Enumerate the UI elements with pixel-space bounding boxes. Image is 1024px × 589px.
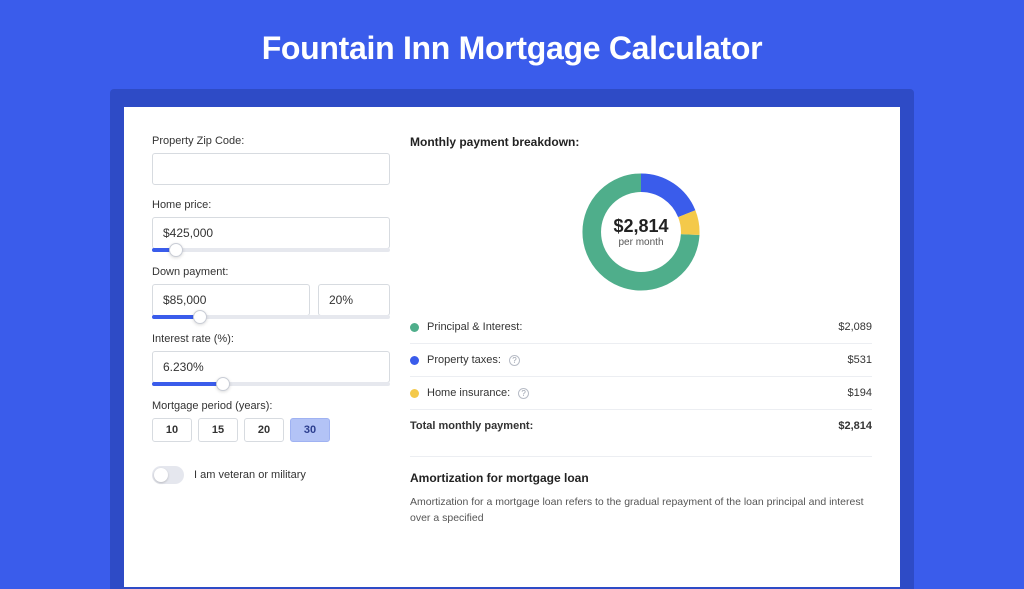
period-option-20[interactable]: 20 bbox=[244, 418, 284, 442]
yellow-dot-icon bbox=[410, 389, 419, 398]
period-option-15[interactable]: 15 bbox=[198, 418, 238, 442]
legend-row-yellow: Home insurance:? $194 bbox=[410, 376, 872, 409]
legend-label: Property taxes: bbox=[427, 354, 501, 366]
home-price-field: Home price: bbox=[152, 199, 390, 252]
page-title: Fountain Inn Mortgage Calculator bbox=[0, 0, 1024, 89]
veteran-label: I am veteran or military bbox=[194, 469, 306, 481]
mortgage-period-field: Mortgage period (years): 10152030 bbox=[152, 400, 390, 442]
green-dot-icon bbox=[410, 323, 419, 332]
home-price-slider[interactable] bbox=[152, 248, 390, 252]
down-payment-slider[interactable] bbox=[152, 315, 390, 319]
breakdown-title: Monthly payment breakdown: bbox=[410, 135, 872, 149]
home-price-input[interactable] bbox=[152, 217, 390, 249]
donut-amount: $2,814 bbox=[613, 216, 668, 237]
period-option-10[interactable]: 10 bbox=[152, 418, 192, 442]
mortgage-period-label: Mortgage period (years): bbox=[152, 400, 390, 412]
donut-sublabel: per month bbox=[618, 237, 663, 248]
zip-field: Property Zip Code: bbox=[152, 135, 390, 185]
interest-rate-label: Interest rate (%): bbox=[152, 333, 390, 345]
legend-value: $531 bbox=[848, 354, 872, 366]
info-icon[interactable]: ? bbox=[518, 388, 529, 399]
amortization-title: Amortization for mortgage loan bbox=[410, 471, 872, 485]
home-price-label: Home price: bbox=[152, 199, 390, 211]
legend-value: $2,089 bbox=[838, 321, 872, 333]
zip-label: Property Zip Code: bbox=[152, 135, 390, 147]
down-payment-slider-thumb[interactable] bbox=[193, 310, 207, 324]
legend-label: Principal & Interest: bbox=[427, 321, 522, 333]
interest-rate-input[interactable] bbox=[152, 351, 390, 383]
donut-wrap: $2,814 per month bbox=[410, 161, 872, 311]
down-payment-field: Down payment: bbox=[152, 266, 390, 319]
veteran-row: I am veteran or military bbox=[152, 466, 390, 484]
legend-row-green: Principal & Interest: $2,089 bbox=[410, 311, 872, 343]
legend-row-blue: Property taxes:? $531 bbox=[410, 343, 872, 376]
card-shadow: Property Zip Code: Home price: Down paym… bbox=[110, 89, 914, 589]
amortization-section: Amortization for mortgage loan Amortizat… bbox=[410, 456, 872, 527]
legend-value: $194 bbox=[848, 387, 872, 399]
blue-dot-icon bbox=[410, 356, 419, 365]
legend-row-total: Total monthly payment: $2,814 bbox=[410, 409, 872, 442]
interest-rate-field: Interest rate (%): bbox=[152, 333, 390, 386]
down-payment-input[interactable] bbox=[152, 284, 310, 316]
form-column: Property Zip Code: Home price: Down paym… bbox=[152, 135, 390, 587]
down-payment-label: Down payment: bbox=[152, 266, 390, 278]
home-price-slider-thumb[interactable] bbox=[169, 243, 183, 257]
breakdown-column: Monthly payment breakdown: $2,814 per mo… bbox=[410, 135, 872, 587]
info-icon[interactable]: ? bbox=[509, 355, 520, 366]
amortization-text: Amortization for a mortgage loan refers … bbox=[410, 495, 872, 527]
legend-label: Home insurance: bbox=[427, 387, 510, 399]
total-label: Total monthly payment: bbox=[410, 420, 533, 432]
calculator-card: Property Zip Code: Home price: Down paym… bbox=[124, 107, 900, 587]
payment-donut-chart: $2,814 per month bbox=[576, 167, 706, 297]
down-payment-pct-input[interactable] bbox=[318, 284, 390, 316]
veteran-toggle[interactable] bbox=[152, 466, 184, 484]
period-option-30[interactable]: 30 bbox=[290, 418, 330, 442]
zip-input[interactable] bbox=[152, 153, 390, 185]
total-value: $2,814 bbox=[838, 420, 872, 432]
interest-rate-slider[interactable] bbox=[152, 382, 390, 386]
interest-rate-slider-thumb[interactable] bbox=[216, 377, 230, 391]
